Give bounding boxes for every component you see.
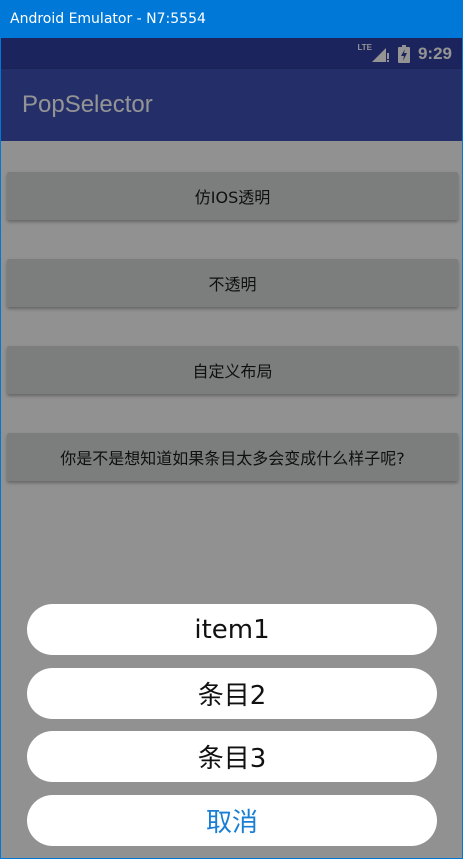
emulator-window-title: Android Emulator - N7:5554 — [0, 0, 463, 38]
selector-item-2[interactable]: 条目2 — [27, 668, 437, 719]
emulator-screen: LTE 9:29 PopSelector 仿IOS透明 不透明 自定义布局 你是… — [0, 38, 463, 859]
selector-cancel-button[interactable]: 取消 — [27, 795, 437, 846]
selector-item-1[interactable]: item1 — [27, 604, 437, 655]
selector-item-3[interactable]: 条目3 — [27, 731, 437, 782]
